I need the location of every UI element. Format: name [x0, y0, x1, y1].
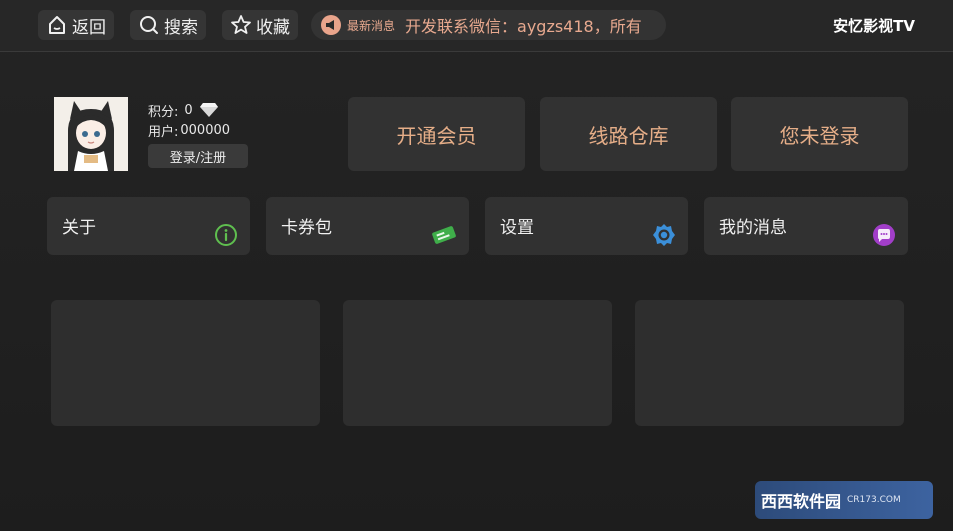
avatar[interactable] — [54, 97, 128, 171]
menu-item-settings[interactable]: 设置 — [485, 197, 688, 255]
favorites-label: 收藏 — [256, 17, 290, 38]
top-bar: 返回 搜索 收藏 最新消息 开发联系微信：aygzs418，所有 安忆影视TV — [0, 0, 953, 52]
search-button[interactable]: 搜索 — [130, 10, 206, 40]
watermark-main: 西西软件园 — [761, 492, 842, 511]
search-label: 搜索 — [164, 17, 198, 38]
menu-item-coupons[interactable]: 卡券包 — [266, 197, 469, 255]
menu-item-messages[interactable]: 我的消息 — [704, 197, 908, 255]
points-row: 积分: 0 — [148, 100, 230, 120]
content-slot-2[interactable] — [343, 300, 612, 426]
notice-tag: 最新消息 — [347, 18, 396, 33]
gear-icon — [653, 224, 675, 246]
diamond-icon — [199, 103, 218, 117]
notice-text-wrap: 开发联系微信：aygzs418，所有 — [405, 13, 666, 37]
login-register-button[interactable]: 登录/注册 — [148, 144, 248, 168]
back-label: 返回 — [72, 17, 106, 38]
user-info: 积分: 0 用户: 000000 — [148, 100, 230, 140]
back-button[interactable]: 返回 — [38, 10, 114, 40]
chat-icon — [873, 224, 895, 246]
app-title: 安忆影视TV — [833, 17, 915, 35]
user-row: 用户: 000000 — [148, 120, 230, 140]
menu-item-about[interactable]: 关于 — [47, 197, 250, 255]
menu-item-label: 设置 — [500, 218, 534, 238]
info-icon — [215, 224, 237, 246]
home-icon — [49, 16, 65, 34]
user-value: 000000 — [180, 122, 231, 138]
source-warehouse-button[interactable]: 线路仓库 — [540, 97, 717, 171]
points-label: 积分: — [148, 104, 179, 120]
notice-text: 开发联系微信：aygzs418，所有 — [405, 17, 642, 36]
ticket-icon — [432, 226, 456, 244]
favorites-button[interactable]: 收藏 — [222, 10, 298, 40]
megaphone-icon — [321, 15, 341, 35]
content-slot-3[interactable] — [635, 300, 904, 426]
menu-item-label: 关于 — [62, 218, 96, 238]
points-value: 0 — [184, 102, 193, 118]
user-label: 用户: — [148, 124, 179, 140]
not-logged-in-button[interactable]: 您未登录 — [731, 97, 908, 171]
watermark-sub: CR173.COM — [847, 495, 901, 505]
vip-button[interactable]: 开通会员 — [348, 97, 525, 171]
star-icon — [231, 15, 251, 34]
watermark-logo: 西西软件园 CR173.COM — [755, 481, 933, 519]
search-icon — [140, 16, 158, 34]
menu-item-label: 卡券包 — [281, 218, 332, 238]
menu-item-label: 我的消息 — [719, 218, 787, 238]
notice-marquee[interactable]: 最新消息 开发联系微信：aygzs418，所有 — [311, 10, 666, 40]
content-slot-1[interactable] — [51, 300, 320, 426]
